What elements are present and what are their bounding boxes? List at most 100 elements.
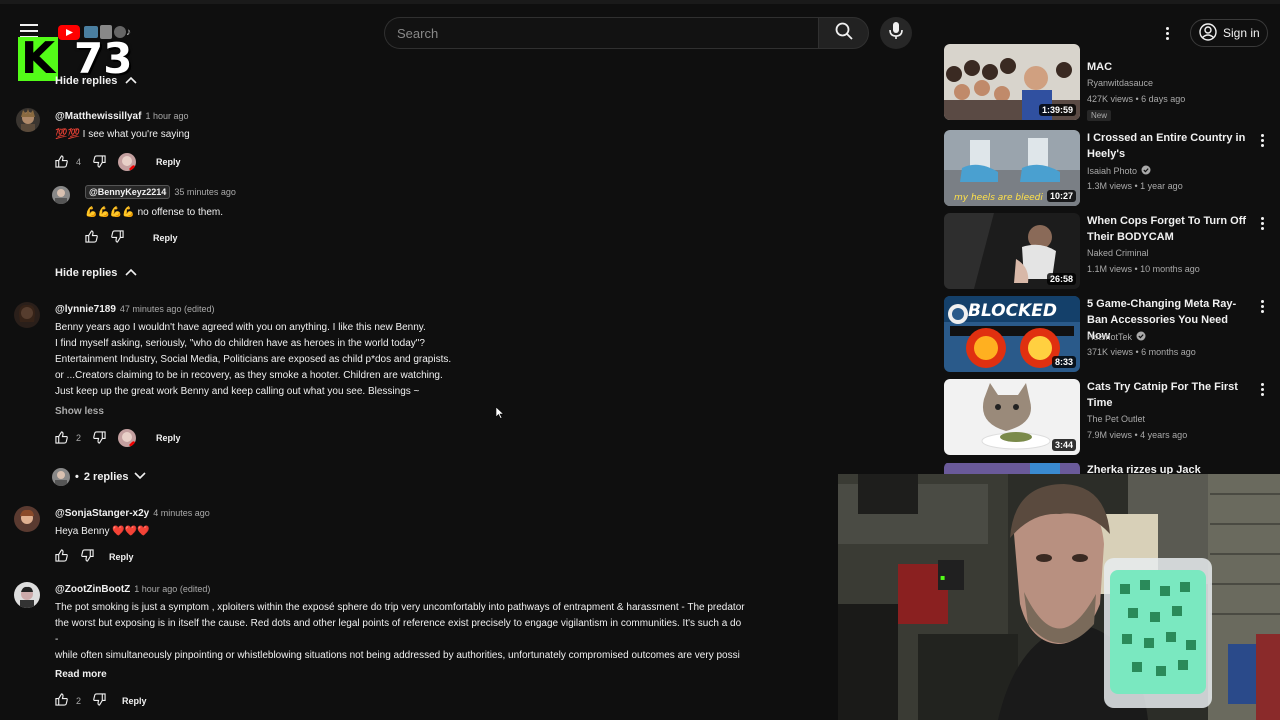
- view-replies-toggle[interactable]: • 2 replies: [52, 468, 146, 486]
- video-channel[interactable]: The Pet Outlet: [1087, 414, 1145, 424]
- video-title[interactable]: Cats Try Catnip For The First Time: [1087, 379, 1247, 411]
- more-options-icon[interactable]: [1261, 134, 1265, 147]
- chevron-down-icon: [133, 471, 146, 483]
- video-title[interactable]: I Crossed an Entire Country in Heely's: [1087, 130, 1247, 162]
- comment-author[interactable]: @SonjaStanger-x2y 4 minutes ago: [55, 508, 210, 519]
- reply-button[interactable]: Reply: [156, 433, 181, 443]
- settings-more-icon[interactable]: [1166, 27, 1170, 40]
- hide-replies-toggle[interactable]: Hide replies: [55, 267, 137, 279]
- new-badge: New: [1087, 110, 1112, 121]
- search-input[interactable]: Search: [384, 17, 818, 49]
- comment-time: 47 minutes ago (edited): [119, 304, 215, 314]
- video-meta: 427K views • 6 days ago: [1087, 94, 1186, 104]
- reply-button[interactable]: Reply: [156, 157, 181, 167]
- search-button[interactable]: [818, 17, 869, 49]
- video-channel[interactable]: HotshotTek: [1087, 331, 1146, 343]
- thumbnail-caption: BLOCKED: [968, 301, 1057, 321]
- reply-button[interactable]: Reply: [153, 233, 178, 243]
- avatar[interactable]: [16, 108, 40, 132]
- video-thumbnail[interactable]: 3:44: [944, 379, 1080, 455]
- thumbs-down-icon[interactable]: [93, 430, 106, 446]
- webcam-overlay: ▪: [838, 474, 1280, 720]
- video-meta: 371K views • 6 months ago: [1087, 347, 1196, 357]
- video-thumbnail[interactable]: BLOCKED 8:33: [944, 296, 1080, 372]
- comment-time: 4 minutes ago: [153, 508, 210, 518]
- kick-logo: K: [18, 37, 58, 81]
- video-duration: 10:27: [1046, 190, 1076, 202]
- avatar[interactable]: [52, 186, 70, 204]
- comment-line: I find myself asking, seriously, "who do…: [55, 338, 425, 349]
- svg-text:▪: ▪: [940, 573, 945, 582]
- like-count: 2: [76, 433, 82, 443]
- comment-line: the worst but exposing is in itself the …: [55, 618, 742, 629]
- thumbs-up-icon[interactable]: [55, 430, 68, 446]
- more-options-icon[interactable]: [1261, 217, 1265, 230]
- hide-replies-label: Hide replies: [55, 267, 118, 279]
- comment-body: Benny years ago I wouldn't have agreed w…: [55, 320, 451, 400]
- comment-author[interactable]: @lynnie7189 47 minutes ago (edited): [55, 304, 214, 315]
- comment-line: The pot smoking is just a symptom , xplo…: [55, 602, 745, 613]
- hide-replies-label: Hide replies: [55, 75, 118, 87]
- comment-time: 1 hour ago: [145, 111, 189, 121]
- creator-heart-avatar: [118, 429, 137, 447]
- thumbnail-caption: my heels are bleedi: [954, 193, 1043, 203]
- top-edge: [0, 0, 1280, 4]
- more-options-icon[interactable]: [1261, 300, 1265, 313]
- video-thumbnail[interactable]: 1:39:59: [944, 44, 1080, 120]
- show-less-link[interactable]: Show less: [55, 406, 104, 417]
- thumbs-down-icon[interactable]: [93, 693, 106, 708]
- comment-actions: Reply: [85, 230, 178, 245]
- creator-heart-avatar: [118, 153, 137, 171]
- more-options-icon[interactable]: [1261, 383, 1265, 396]
- thumbs-up-icon[interactable]: [55, 154, 68, 170]
- video-thumbnail[interactable]: [944, 462, 1080, 474]
- avatar[interactable]: [14, 506, 40, 532]
- comment-text: 💯💯 I see what you're saying: [55, 129, 190, 140]
- hide-replies-toggle[interactable]: Hide replies: [55, 75, 137, 87]
- video-thumbnail[interactable]: 26:58: [944, 213, 1080, 289]
- like-count: 2: [76, 695, 82, 706]
- comment-header: @BennyKeyz2214 35 minutes ago: [85, 185, 236, 199]
- comment-actions: 2 Reply: [55, 693, 147, 708]
- video-meta: 1.3M views • 1 year ago: [1087, 181, 1183, 191]
- mention-link[interactable]: @BennyKeyz2214: [85, 185, 171, 199]
- sign-in-label: Sign in: [1223, 26, 1260, 40]
- comment-line: Entertainment Industry, Social Media, Po…: [55, 354, 452, 365]
- avatar[interactable]: [14, 302, 40, 328]
- voice-search-button[interactable]: [880, 17, 912, 49]
- video-thumbnail[interactable]: my heels are bleedi 10:27: [944, 130, 1080, 206]
- comment-line: Just keep up the great work Benny and ke…: [55, 386, 420, 397]
- read-more-link[interactable]: Read more: [55, 669, 107, 680]
- comment-author[interactable]: @Matthewissillyaf 1 hour ago: [55, 111, 189, 122]
- video-title[interactable]: Zherka rizzes up Jack Doherty's: [1087, 462, 1247, 474]
- bullet: •: [75, 471, 79, 483]
- video-title[interactable]: When Cops Forget To Turn Off Their BODYC…: [1087, 213, 1247, 245]
- search-icon: [835, 22, 853, 45]
- video-duration: 8:33: [1051, 356, 1076, 368]
- thumbs-up-icon[interactable]: [55, 693, 68, 708]
- reply-button[interactable]: Reply: [109, 552, 134, 562]
- sign-in-button[interactable]: Sign in: [1190, 19, 1268, 47]
- like-count: 4: [76, 157, 82, 167]
- comment-line: Benny years ago I wouldn't have agreed w…: [55, 322, 426, 333]
- video-channel[interactable]: Isaiah Photo: [1087, 165, 1151, 177]
- comment-line: or ...Creators claiming to be in recover…: [55, 370, 443, 381]
- reply-button[interactable]: Reply: [122, 696, 147, 706]
- thumbs-down-icon[interactable]: [93, 154, 106, 170]
- comment-body: The pot smoking is just a symptom , xplo…: [55, 600, 838, 664]
- thumbs-down-icon[interactable]: [111, 230, 124, 245]
- microphone-icon: [889, 21, 903, 45]
- video-channel[interactable]: Ryanwitdasauce: [1087, 78, 1153, 88]
- comment-author[interactable]: @ZootZinBootZ 1 hour ago (edited): [55, 584, 210, 595]
- avatar[interactable]: [14, 582, 40, 608]
- video-duration: 1:39:59: [1038, 104, 1076, 116]
- thumbs-down-icon[interactable]: [81, 549, 94, 564]
- video-title[interactable]: MAC: [1087, 59, 1247, 75]
- verified-icon: [1141, 165, 1151, 177]
- avatar: [52, 468, 70, 486]
- video-channel[interactable]: Naked Criminal: [1087, 248, 1149, 258]
- thumbs-up-icon[interactable]: [55, 549, 68, 564]
- comment-text: 💪💪💪💪 no offense to them.: [85, 207, 224, 218]
- video-meta: 7.9M views • 4 years ago: [1087, 430, 1188, 440]
- thumbs-up-icon[interactable]: [85, 230, 98, 245]
